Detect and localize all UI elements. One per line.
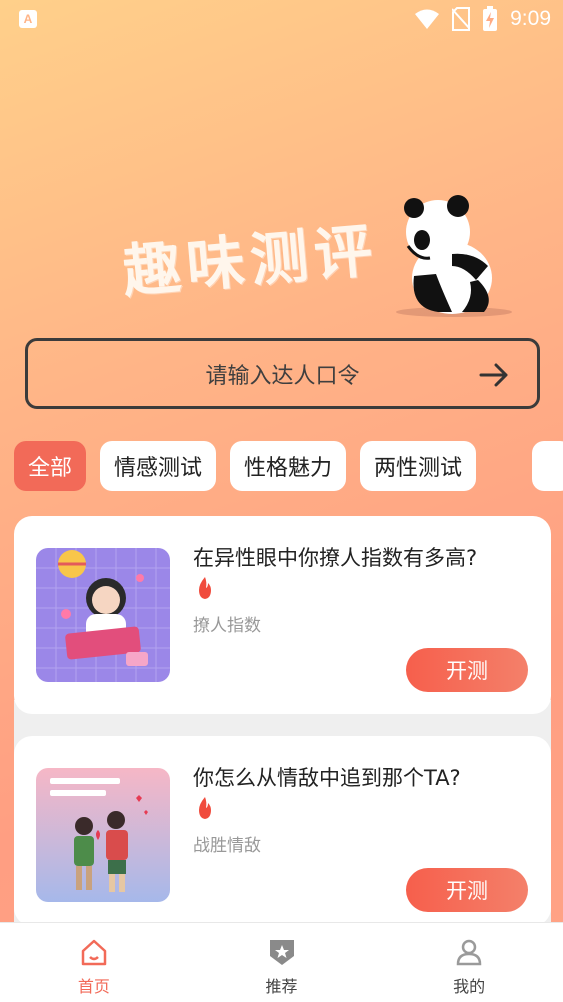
battery-charging-icon: [483, 6, 498, 31]
start-test-button[interactable]: 开测: [406, 868, 528, 912]
clock: 9:09: [510, 7, 551, 30]
quiz-subtitle: 战胜情敌: [193, 836, 261, 856]
fire-icon: [199, 577, 211, 599]
quiz-card[interactable]: 你怎么从情敌中追到那个TA? 战胜情敌 开测: [14, 736, 551, 926]
category-tabs: 全部 情感测试 性格魅力 两性测试: [14, 441, 477, 491]
search-placeholder: 请输入达人口令: [205, 363, 360, 389]
hero-title: 趣味测评: [119, 215, 381, 307]
quiz-title: 你怎么从情敌中追到那个TA?: [193, 766, 461, 790]
quiz-title: 在异性眼中你撩人指数有多高?: [193, 546, 478, 570]
status-icons: 9:09: [414, 6, 551, 32]
nav-mine-label: 我的: [453, 977, 486, 996]
wifi-icon: [415, 9, 440, 29]
home-icon: [81, 939, 107, 966]
no-sim-icon: [452, 7, 471, 31]
panda-illustration: [396, 195, 512, 317]
nav-recommend[interactable]: 推荐: [188, 923, 376, 1002]
quiz-thumbnail: [36, 548, 170, 682]
fire-icon: [199, 797, 211, 819]
tab-gender-test[interactable]: 两性测试: [360, 441, 477, 491]
quiz-thumbnail: [36, 768, 170, 902]
arrow-right-icon[interactable]: [479, 361, 509, 389]
quiz-subtitle: 撩人指数: [193, 616, 261, 636]
nav-home-label: 首页: [77, 977, 110, 996]
quiz-card[interactable]: 在异性眼中你撩人指数有多高? 撩人指数 开测: [14, 516, 551, 714]
bottom-navigation: 首页 推荐 我的: [0, 922, 563, 1002]
start-test-button[interactable]: 开测: [406, 648, 528, 692]
search-input[interactable]: 请输入达人口令: [25, 338, 540, 409]
nav-recommend-label: 推荐: [265, 977, 298, 996]
status-bar: A 9:09: [0, 0, 563, 40]
recommend-icon: [269, 940, 294, 965]
tab-more-partial[interactable]: [532, 441, 563, 491]
tab-all[interactable]: 全部: [14, 441, 87, 491]
nav-home[interactable]: 首页: [0, 923, 188, 1002]
tab-emotion-test[interactable]: 情感测试: [100, 441, 217, 491]
user-icon: [456, 939, 482, 966]
app-notification-icon: A: [19, 10, 37, 28]
nav-mine[interactable]: 我的: [375, 923, 563, 1002]
tab-personality-charm[interactable]: 性格魅力: [230, 441, 347, 491]
